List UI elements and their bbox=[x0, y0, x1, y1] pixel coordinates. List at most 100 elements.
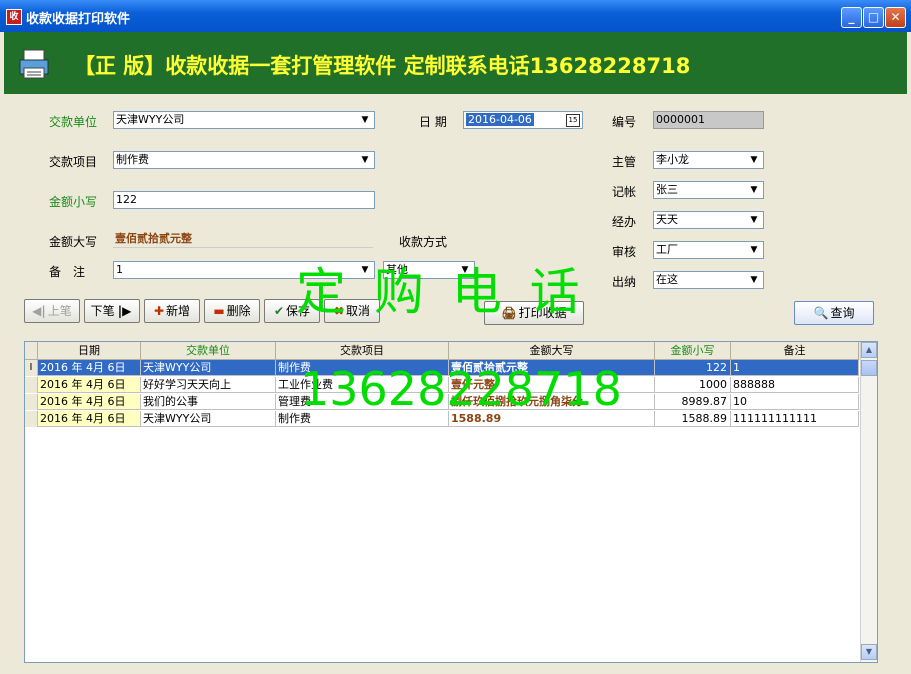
bookkeeper-value: 张三 bbox=[656, 183, 678, 196]
cell-remark[interactable]: 111111111111 bbox=[731, 411, 859, 427]
cell-amount-big[interactable]: 壹佰贰拾贰元整 bbox=[449, 360, 655, 376]
cell-date[interactable]: 2016 年 4月 6日 bbox=[38, 411, 141, 427]
cell-payer[interactable]: 我们的公事 bbox=[141, 394, 276, 410]
row-indicator[interactable] bbox=[25, 377, 38, 393]
cell-payer[interactable]: 天津WYY公司 bbox=[141, 360, 276, 376]
cell-amount-big[interactable]: 壹仟元整 bbox=[449, 377, 655, 393]
cell-item[interactable]: 工业作业费 bbox=[276, 377, 449, 393]
cell-item[interactable]: 管理费 bbox=[276, 394, 449, 410]
chevron-down-icon[interactable]: ▼ bbox=[457, 263, 473, 277]
cell-amount-big[interactable]: 1588.89 bbox=[449, 411, 655, 427]
cell-remark[interactable]: 1 bbox=[731, 360, 859, 376]
handler-value: 天天 bbox=[656, 213, 678, 226]
plus-icon: ✚ bbox=[153, 304, 165, 318]
title-bar[interactable]: 收 收款收据打印软件 _ □ ✕ bbox=[0, 0, 911, 32]
date-label: 日 期 bbox=[419, 115, 447, 129]
col-amount-small-header[interactable]: 金额小写 bbox=[655, 342, 731, 360]
remark-value: 1 bbox=[116, 263, 123, 276]
next-label: 下笔 bbox=[90, 304, 115, 318]
chevron-down-icon[interactable]: ▼ bbox=[746, 243, 762, 257]
scroll-down-icon[interactable]: ▼ bbox=[861, 644, 877, 660]
col-payer-header[interactable]: 交款单位 bbox=[141, 342, 276, 360]
cell-amount-big[interactable]: 捌仟玖佰捌拾玖元捌角柒分 bbox=[449, 394, 655, 410]
cell-item[interactable]: 制作费 bbox=[276, 411, 449, 427]
close-button[interactable]: ✕ bbox=[885, 7, 906, 28]
cell-remark[interactable]: 888888 bbox=[731, 377, 859, 393]
chevron-down-icon[interactable]: ▼ bbox=[357, 153, 373, 167]
prev-icon: ◀| bbox=[32, 304, 46, 318]
prev-button[interactable]: ◀| 上笔 bbox=[24, 299, 80, 323]
auditor-combo[interactable]: 工厂 ▼ bbox=[653, 241, 764, 259]
col-date-header[interactable]: 日期 bbox=[38, 342, 141, 360]
amount-small-input[interactable]: 122 bbox=[113, 191, 375, 209]
method-combo[interactable]: 其他 ▼ bbox=[383, 261, 475, 279]
payer-combo[interactable]: 天津WYY公司 ▼ bbox=[113, 111, 375, 129]
table-row[interactable]: 2016 年 4月 6日 我们的公事 管理费 捌仟玖佰捌拾玖元捌角柒分 8989.87 1… bbox=[25, 394, 860, 411]
print-button[interactable]: 🖨 打印收据 bbox=[484, 301, 584, 325]
vertical-scrollbar[interactable]: ▲ ▼ bbox=[860, 342, 877, 662]
remark-combo[interactable]: 1 ▼ bbox=[113, 261, 375, 279]
cell-item[interactable]: 制作费 bbox=[276, 360, 449, 376]
cell-amount-small[interactable]: 1000 bbox=[655, 377, 731, 393]
table-row[interactable]: 2016 年 4月 6日 天津WYY公司 制作费 1588.89 1588.89 1111… bbox=[25, 411, 860, 428]
minus-icon: ▬ bbox=[213, 304, 225, 318]
cell-date[interactable]: 2016 年 4月 6日 bbox=[38, 360, 141, 376]
cancel-button[interactable]: ✖ 取消 bbox=[324, 299, 380, 323]
records-grid[interactable]: 日期 交款单位 交款项目 金额大写 金额小写 备注 I 2016 年 4月 6日天… bbox=[24, 341, 878, 663]
row-indicator[interactable] bbox=[25, 394, 38, 410]
printer-icon bbox=[19, 49, 49, 79]
amount-small-value: 122 bbox=[116, 193, 137, 206]
scroll-thumb[interactable] bbox=[861, 360, 877, 376]
add-label: 新增 bbox=[166, 304, 191, 318]
scroll-up-icon[interactable]: ▲ bbox=[861, 342, 877, 358]
next-button[interactable]: 下笔 |▶ bbox=[84, 299, 140, 323]
magnifier-icon: 🔍 bbox=[813, 306, 829, 320]
next-icon: |▶ bbox=[117, 304, 132, 318]
amount-big-field: 壹佰贰拾贰元整 bbox=[113, 231, 373, 248]
cell-amount-small[interactable]: 8989.87 bbox=[655, 394, 731, 410]
supervisor-combo[interactable]: 李小龙 ▼ bbox=[653, 151, 764, 169]
grid-header: 日期 交款单位 交款项目 金额大写 金额小写 备注 bbox=[25, 342, 860, 360]
calendar-icon[interactable]: 15 bbox=[566, 114, 580, 127]
row-indicator[interactable] bbox=[25, 411, 38, 427]
row-indicator[interactable]: I bbox=[25, 360, 38, 376]
cell-remark[interactable]: 10 bbox=[731, 394, 859, 410]
save-label: 保存 bbox=[286, 304, 311, 318]
minimize-button[interactable]: _ bbox=[841, 7, 862, 28]
cashier-label: 出纳 bbox=[612, 275, 637, 289]
cell-payer[interactable]: 天津WYY公司 bbox=[141, 411, 276, 427]
chevron-down-icon[interactable]: ▼ bbox=[746, 183, 762, 197]
handler-combo[interactable]: 天天 ▼ bbox=[653, 211, 764, 229]
app-icon[interactable]: 收 bbox=[6, 9, 22, 25]
save-button[interactable]: ✔ 保存 bbox=[264, 299, 320, 323]
cashier-value: 在这 bbox=[656, 273, 678, 286]
chevron-down-icon[interactable]: ▼ bbox=[357, 113, 373, 127]
cancel-label: 取消 bbox=[346, 304, 371, 318]
query-button[interactable]: 🔍 查询 bbox=[794, 301, 874, 325]
chevron-down-icon[interactable]: ▼ bbox=[746, 153, 762, 167]
item-combo[interactable]: 制作费 ▼ bbox=[113, 151, 375, 169]
delete-button[interactable]: ▬ 删除 bbox=[204, 299, 260, 323]
printer-icon: 🖨 bbox=[501, 306, 517, 320]
cashier-combo[interactable]: 在这 ▼ bbox=[653, 271, 764, 289]
table-row[interactable]: I 2016 年 4月 6日 天津WYY公司 制作费 壹佰贰拾贰元整 122 1 bbox=[25, 360, 860, 377]
handler-label: 经办 bbox=[612, 215, 637, 229]
auditor-label: 审核 bbox=[612, 245, 637, 259]
maximize-button[interactable]: □ bbox=[863, 7, 884, 28]
cell-date[interactable]: 2016 年 4月 6日 bbox=[38, 394, 141, 410]
bookkeeper-combo[interactable]: 张三 ▼ bbox=[653, 181, 764, 199]
cell-payer[interactable]: 好好学习天天向上 bbox=[141, 377, 276, 393]
date-picker[interactable]: 2016-04-06 15 bbox=[463, 111, 583, 129]
chevron-down-icon[interactable]: ▼ bbox=[746, 213, 762, 227]
col-remark-header[interactable]: 备注 bbox=[731, 342, 859, 360]
amount-big-label: 金额大写 bbox=[49, 235, 98, 249]
col-item-header[interactable]: 交款项目 bbox=[276, 342, 449, 360]
chevron-down-icon[interactable]: ▼ bbox=[357, 263, 373, 277]
add-button[interactable]: ✚ 新增 bbox=[144, 299, 200, 323]
cell-date[interactable]: 2016 年 4月 6日 bbox=[38, 377, 141, 393]
cell-amount-small[interactable]: 1588.89 bbox=[655, 411, 731, 427]
chevron-down-icon[interactable]: ▼ bbox=[746, 273, 762, 287]
table-row[interactable]: 2016 年 4月 6日 好好学习天天向上 工业作业费 壹仟元整 1000 888888 bbox=[25, 377, 860, 394]
cell-amount-small[interactable]: 122 bbox=[655, 360, 731, 376]
col-amount-big-header[interactable]: 金额大写 bbox=[449, 342, 655, 360]
